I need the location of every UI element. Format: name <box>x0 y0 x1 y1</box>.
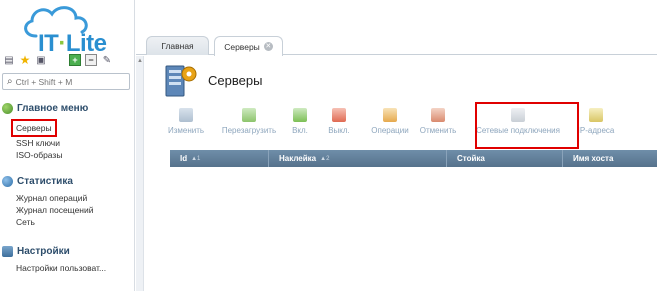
cancel-button[interactable]: Отменить <box>418 108 458 135</box>
sidebar-item-iso-images[interactable]: ISO-образы <box>16 149 88 161</box>
briefcase-icon[interactable]: ▣ <box>35 54 47 66</box>
sort-asc-icon: ▲2 <box>320 155 330 162</box>
sidebar-item-network[interactable]: Сеть <box>16 216 94 228</box>
globe-icon <box>2 176 13 187</box>
sidebar-item-ssh-keys[interactable]: SSH ключи <box>16 137 88 149</box>
content-panel: Серверы Изменить Перезагрузить Вкл. Выкл… <box>144 56 657 291</box>
section-main-menu: Главное меню Серверы SSH ключи ISO-образ… <box>2 103 88 161</box>
tab-home[interactable]: Главная <box>146 36 209 55</box>
stop-icon <box>332 108 346 122</box>
sidebar-item-visits-log[interactable]: Журнал посещений <box>16 204 94 216</box>
edit-icon <box>179 108 193 122</box>
ip-addresses-button[interactable]: IP-адреса <box>574 108 618 135</box>
star-icon[interactable]: ★ <box>19 53 31 67</box>
power-off-button[interactable]: Выкл. <box>326 108 352 135</box>
tab-servers[interactable]: Серверы ✕ <box>214 36 283 56</box>
column-label[interactable]: Наклейка ▲2 <box>269 150 447 167</box>
reboot-icon <box>242 108 256 122</box>
collapse-icon[interactable]: − <box>85 54 97 66</box>
section-title-settings[interactable]: Настройки <box>2 246 106 257</box>
search-icon: ⌕ <box>7 76 13 87</box>
section-title-statistics[interactable]: Статистика <box>2 176 94 187</box>
close-icon[interactable]: ✕ <box>263 42 273 51</box>
ip-icon <box>589 108 603 122</box>
sidebar-item-user-settings[interactable]: Настройки пользоват... <box>16 262 106 274</box>
sidebar: IT·Lite ▤ ★ ▣ + − ✎ ⌕ Главное меню Серве… <box>0 0 135 291</box>
pin-icon[interactable]: ✎ <box>101 54 113 66</box>
cancel-icon <box>431 108 445 122</box>
column-hostname[interactable]: Имя хоста <box>563 150 657 167</box>
page-header: Серверы <box>164 62 262 98</box>
highlight-frame <box>475 102 579 149</box>
section-statistics: Статистика Журнал операций Журнал посеще… <box>2 176 94 228</box>
play-icon <box>293 108 307 122</box>
main-area: Главная Серверы ✕ ▲ Серверы Изменить Пер… <box>136 0 657 291</box>
tree-icon[interactable]: ▤ <box>3 54 15 66</box>
section-title-main-menu[interactable]: Главное меню <box>2 103 88 114</box>
collapse-strip[interactable]: ▲ <box>136 56 144 291</box>
operations-button[interactable]: Операции <box>370 108 410 135</box>
column-id[interactable]: Id ▲1 <box>170 150 269 167</box>
server-icon <box>165 65 197 97</box>
expand-icon[interactable]: + <box>69 54 81 66</box>
column-rack[interactable]: Стойка <box>447 150 563 167</box>
sidebar-item-servers[interactable]: Серверы <box>11 119 57 137</box>
sidebar-toolbar: ▤ ★ ▣ + − ✎ <box>3 53 113 67</box>
settings-icon <box>2 246 13 257</box>
arrow-up-icon[interactable]: ▲ <box>137 58 143 64</box>
power-on-button[interactable]: Вкл. <box>288 108 312 135</box>
search-input[interactable] <box>15 76 126 87</box>
tab-bar: Главная Серверы ✕ <box>136 0 657 56</box>
globe-icon <box>2 103 13 114</box>
action-toolbar: Изменить Перезагрузить Вкл. Выкл. Операц… <box>164 102 657 149</box>
operations-icon <box>383 108 397 122</box>
search-field[interactable]: ⌕ <box>2 73 130 90</box>
table-header: Id ▲1 Наклейка ▲2 Стойка Имя хоста <box>170 150 657 167</box>
edit-button[interactable]: Изменить <box>164 108 208 135</box>
logo: IT·Lite <box>14 2 114 57</box>
reboot-button[interactable]: Перезагрузить <box>220 108 278 135</box>
sidebar-item-operations-log[interactable]: Журнал операций <box>16 192 94 204</box>
sort-asc-icon: ▲1 <box>191 155 201 162</box>
page-title: Серверы <box>208 72 263 88</box>
section-settings: Настройки Настройки пользоват... <box>2 246 106 274</box>
